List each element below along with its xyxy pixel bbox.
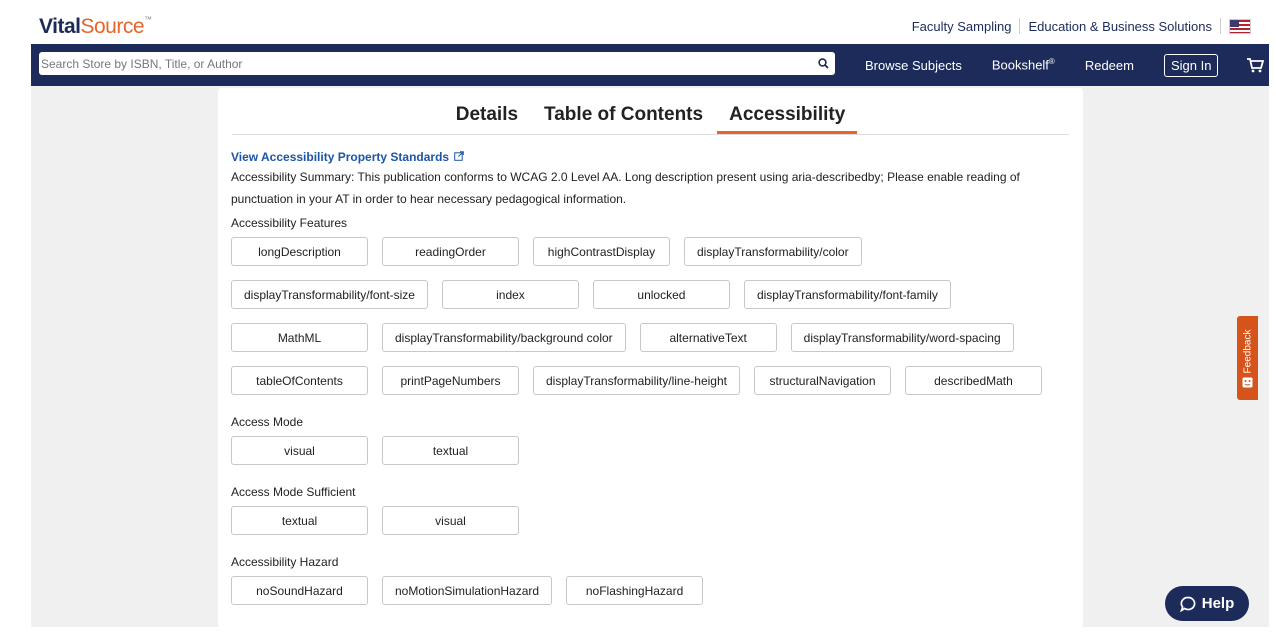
accessibility-summary: Accessibility Summary: This publication … [231, 170, 1020, 206]
external-link-icon [454, 150, 464, 164]
vitalsource-logo[interactable]: VitalSource™ [39, 15, 152, 39]
bookshelf-link[interactable]: Bookshelf® [992, 57, 1055, 72]
hazard-chip: noFlashingHazard [566, 576, 704, 605]
standards-link-label: View Accessibility Property Standards [231, 150, 450, 164]
cart-icon[interactable] [1246, 56, 1265, 74]
feature-chip: readingOrder [382, 237, 519, 266]
feedback-label: Feedback [1242, 329, 1254, 374]
search-box [39, 52, 835, 75]
sign-in-button[interactable]: Sign In [1163, 53, 1219, 77]
feature-chip: highContrastDisplay [533, 237, 670, 266]
top-links: Faculty Sampling Education & Business So… [912, 18, 1251, 34]
feature-chip: index [441, 280, 579, 309]
chat-bubble-icon [1179, 596, 1196, 612]
logo-trademark: ™ [144, 15, 152, 24]
hazard-chip: noSoundHazard [231, 576, 368, 605]
features-list: longDescription readingOrder highContrastD… [231, 237, 1071, 409]
feature-chip: longDescription [231, 237, 368, 266]
divider [1220, 18, 1221, 34]
tab-accessibility[interactable]: Accessibility [717, 104, 858, 134]
feature-chip: MathML [231, 323, 368, 352]
accessibility-standards-link[interactable]: View Accessibility Property Standards [231, 150, 464, 164]
us-flag-icon[interactable] [1229, 18, 1251, 34]
feature-chip: unlocked [592, 280, 730, 309]
faculty-sampling-link[interactable]: Faculty Sampling [912, 19, 1012, 34]
divider [1019, 18, 1021, 34]
access-mode-sufficient-chip: textual [231, 506, 368, 535]
top-bar: VitalSource™ Faculty Sampling Education … [31, 8, 1269, 44]
features-heading: Accessibility Features [231, 216, 348, 230]
registered-mark: ® [1048, 57, 1055, 67]
feature-chip: displayTransformability/color [684, 237, 862, 266]
hazard-list: noSoundHazard noMotionSimulationHazard noF… [231, 576, 1071, 619]
redeem-link[interactable]: Redeem [1085, 58, 1134, 73]
feature-chip: tableOfContents [231, 366, 368, 395]
bookshelf-label: Bookshelf [991, 57, 1049, 73]
feature-chip: displayTransformability/background color [382, 323, 626, 352]
education-business-link[interactable]: Education & Business Solutions [1028, 19, 1212, 34]
feedback-tab[interactable]: Feedback [1237, 316, 1258, 400]
browse-subjects-link[interactable]: Browse Subjects [865, 58, 962, 73]
access-mode-chip: visual [231, 436, 368, 465]
help-button[interactable]: Help [1165, 586, 1249, 621]
feedback-icon [1242, 377, 1253, 388]
logo-vital-text: Vital [39, 15, 81, 38]
browser-viewport: VitalSource™ Faculty Sampling Education … [31, 8, 1269, 627]
tab-details[interactable]: Details [444, 104, 530, 134]
accessibility-panel: View Accessibility Property Standards Ac… [231, 150, 1071, 619]
tab-table-of-contents[interactable]: Table of Contents [532, 104, 715, 134]
access-mode-heading: Access Mode [231, 415, 304, 429]
access-mode-sufficient-heading: Access Mode Sufficient [231, 485, 356, 499]
access-mode-sufficient-list: textual visual [231, 506, 1071, 549]
feature-chip: structuralNavigation [753, 366, 891, 395]
access-mode-sufficient-chip: visual [382, 506, 519, 535]
product-tabs: Details Table of Contents Accessibility [232, 88, 1069, 135]
main-nav-bar: Browse Subjects Bookshelf® Redeem Sign I… [31, 44, 1269, 86]
feature-chip: displayTransformability/line-height [533, 366, 740, 395]
feature-chip: alternativeText [639, 323, 777, 352]
feature-chip: displayTransformability/font-size [231, 280, 428, 309]
feature-chip: describedMath [904, 366, 1042, 395]
feature-chip: displayTransformability/word-spacing [790, 323, 1014, 352]
feature-chip: printPageNumbers [382, 366, 519, 395]
hazard-chip: noMotionSimulationHazard [382, 576, 553, 605]
product-card: Details Table of Contents Accessibility … [218, 88, 1083, 627]
access-mode-chip: textual [382, 436, 519, 465]
logo-source-text: Source [80, 15, 145, 38]
nav-links: Browse Subjects Bookshelf® Redeem Sign I… [865, 44, 1265, 86]
access-mode-list: visual textual [231, 436, 1071, 479]
search-icon[interactable] [811, 52, 835, 75]
search-input[interactable] [39, 53, 811, 74]
help-label: Help [1201, 595, 1235, 612]
feature-chip: displayTransformability/font-family [743, 280, 951, 309]
hazard-heading: Accessibility Hazard [231, 555, 339, 569]
